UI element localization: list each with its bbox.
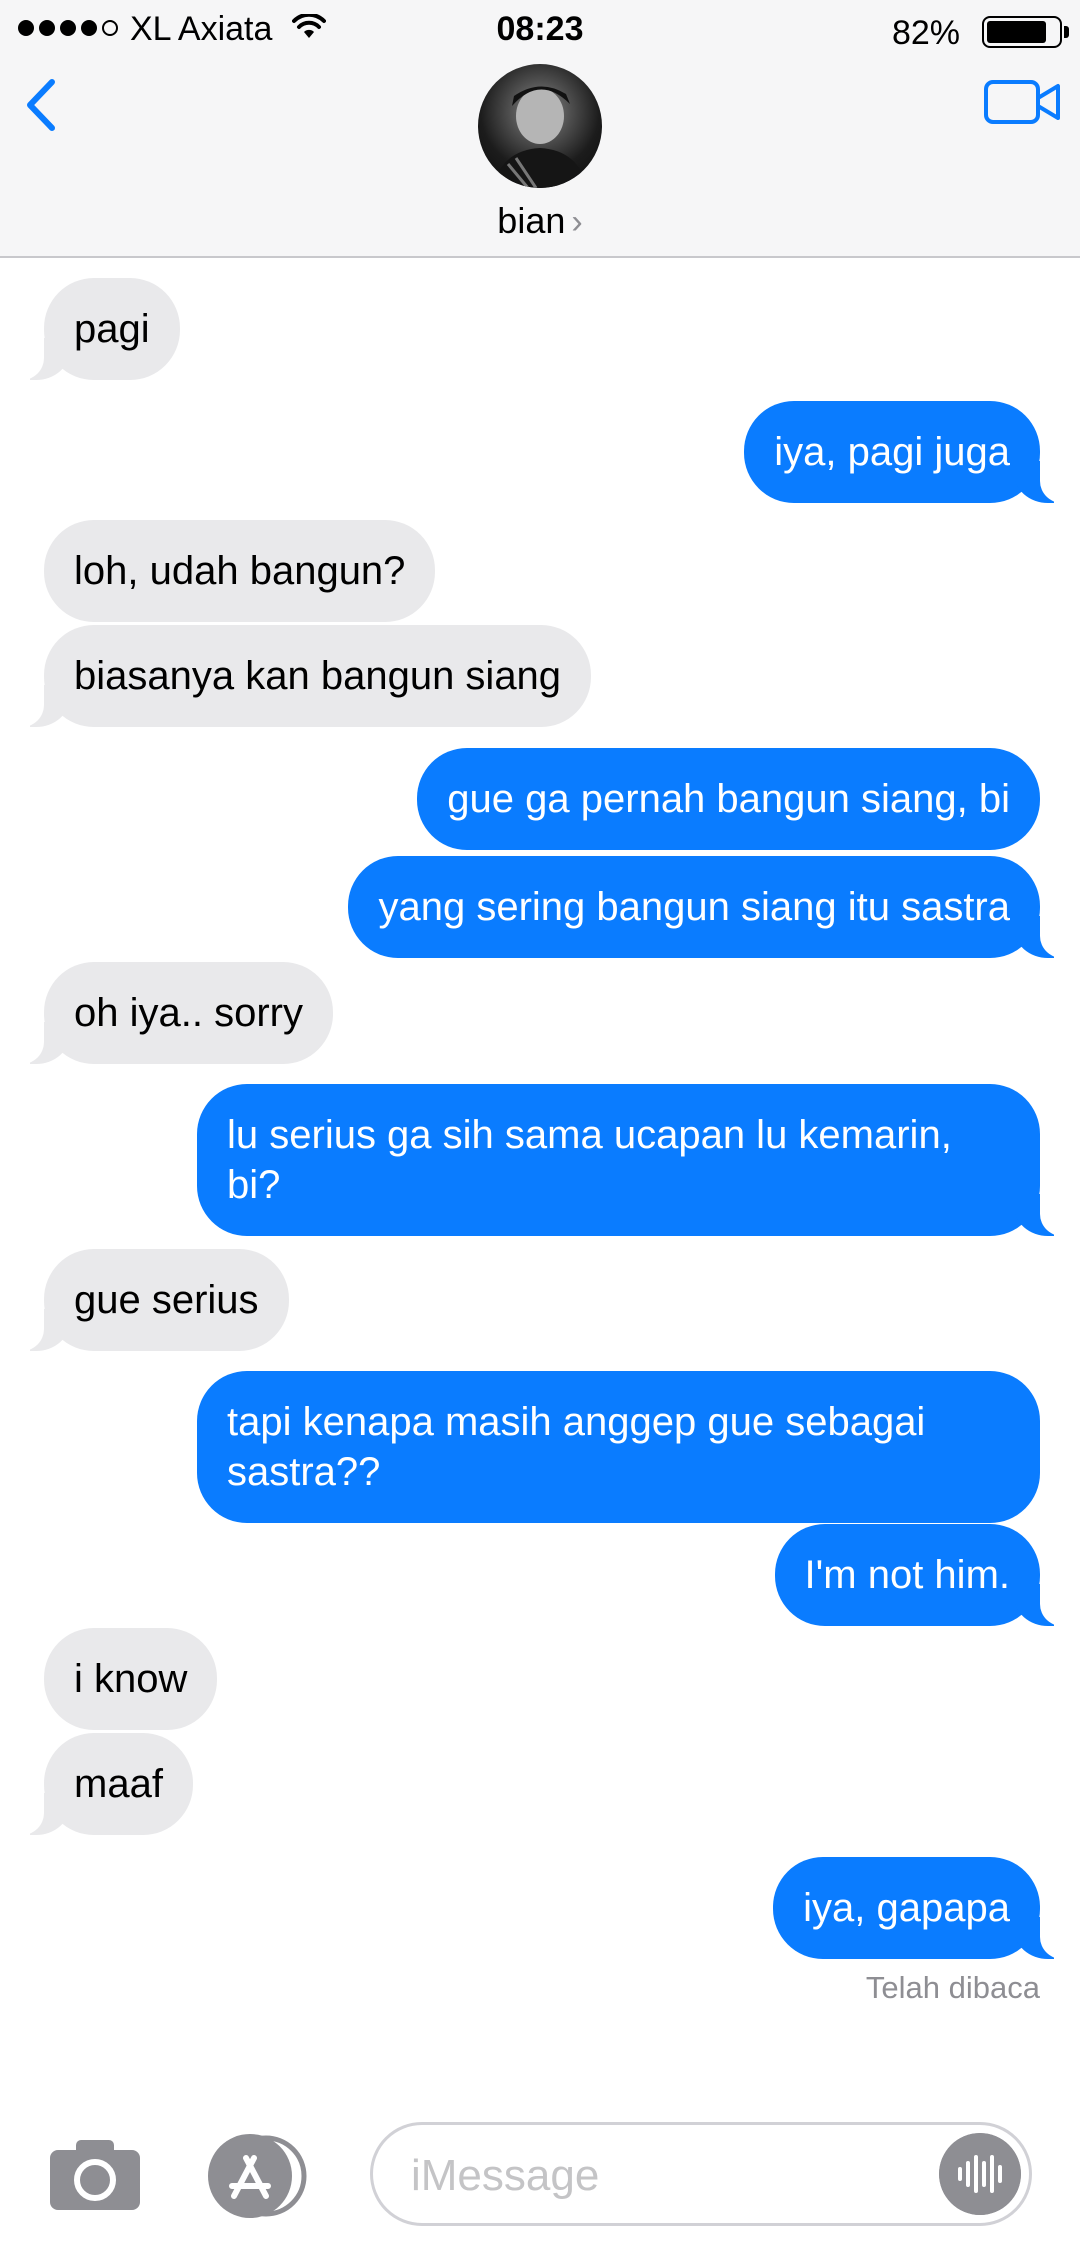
message-text: i know	[74, 1657, 188, 1701]
video-camera-icon[interactable]	[982, 72, 1062, 132]
outgoing-message[interactable]: yang sering bangun siang itu sastra	[348, 856, 1074, 958]
camera-icon[interactable]	[48, 2138, 142, 2212]
message-input[interactable]: iMessage	[370, 2122, 1032, 2226]
outgoing-message[interactable]: iya, pagi juga	[744, 401, 1074, 503]
outgoing-message[interactable]: tapi kenapa masih anggep gue sebagai sas…	[197, 1371, 1040, 1523]
outgoing-message[interactable]: gue ga pernah bangun siang, bi	[417, 748, 1040, 850]
avatar-photo	[492, 86, 588, 188]
incoming-message[interactable]: maaf	[10, 1733, 193, 1835]
contact-avatar[interactable]	[478, 64, 602, 188]
incoming-message[interactable]: i know	[44, 1628, 218, 1730]
chevron-right-icon: ›	[571, 203, 583, 241]
message-text: maaf	[74, 1762, 163, 1806]
message-text: biasanya kan bangun siang	[74, 654, 562, 698]
incoming-message[interactable]: oh iya.. sorry	[10, 962, 333, 1064]
message-text: loh, udah bangun?	[74, 549, 406, 593]
contact-name: bian	[497, 200, 566, 241]
contact-name-button[interactable]: bian ›	[0, 200, 1080, 242]
message-text: gue serius	[74, 1278, 259, 1322]
audio-waveform-icon[interactable]	[939, 2133, 1021, 2215]
incoming-message[interactable]: biasanya kan bangun siang	[9, 625, 592, 727]
status-bar: XL Axiata 08:23 82%	[0, 0, 1080, 60]
app-store-icon[interactable]	[204, 2134, 308, 2218]
message-input-placeholder: iMessage	[411, 2151, 600, 2200]
message-text: yang sering bangun siang itu sastra	[378, 885, 1010, 929]
outgoing-message[interactable]: I'm not him.	[774, 1524, 1075, 1626]
message-text: iya, gapapa	[803, 1886, 1010, 1930]
message-text: pagi	[74, 307, 150, 351]
battery-percent: 82%	[891, 14, 960, 52]
chevron-left-icon[interactable]	[14, 70, 74, 140]
outgoing-message[interactable]: iya, gapapa	[773, 1857, 1074, 1959]
message-text: gue ga pernah bangun siang, bi	[447, 777, 1010, 821]
incoming-message[interactable]: gue serius	[10, 1249, 289, 1351]
message-text: I'm not him.	[804, 1553, 1010, 1597]
outgoing-message[interactable]: lu serius ga sih sama ucapan lu kemarin,…	[197, 1084, 1074, 1236]
incoming-message[interactable]: pagi	[10, 278, 180, 380]
top-bar: XL Axiata 08:23 82% bian ›	[0, 0, 1080, 258]
read-receipt: Telah dibaca	[865, 1970, 1040, 2005]
battery-icon	[982, 16, 1069, 48]
incoming-message[interactable]: loh, udah bangun?	[44, 520, 436, 622]
message-text: tapi kenapa masih anggep gue sebagai sas…	[227, 1400, 926, 1494]
message-text: oh iya.. sorry	[74, 991, 303, 1035]
message-text: lu serius ga sih sama ucapan lu kemarin,…	[227, 1113, 952, 1207]
message-text: iya, pagi juga	[774, 430, 1010, 474]
